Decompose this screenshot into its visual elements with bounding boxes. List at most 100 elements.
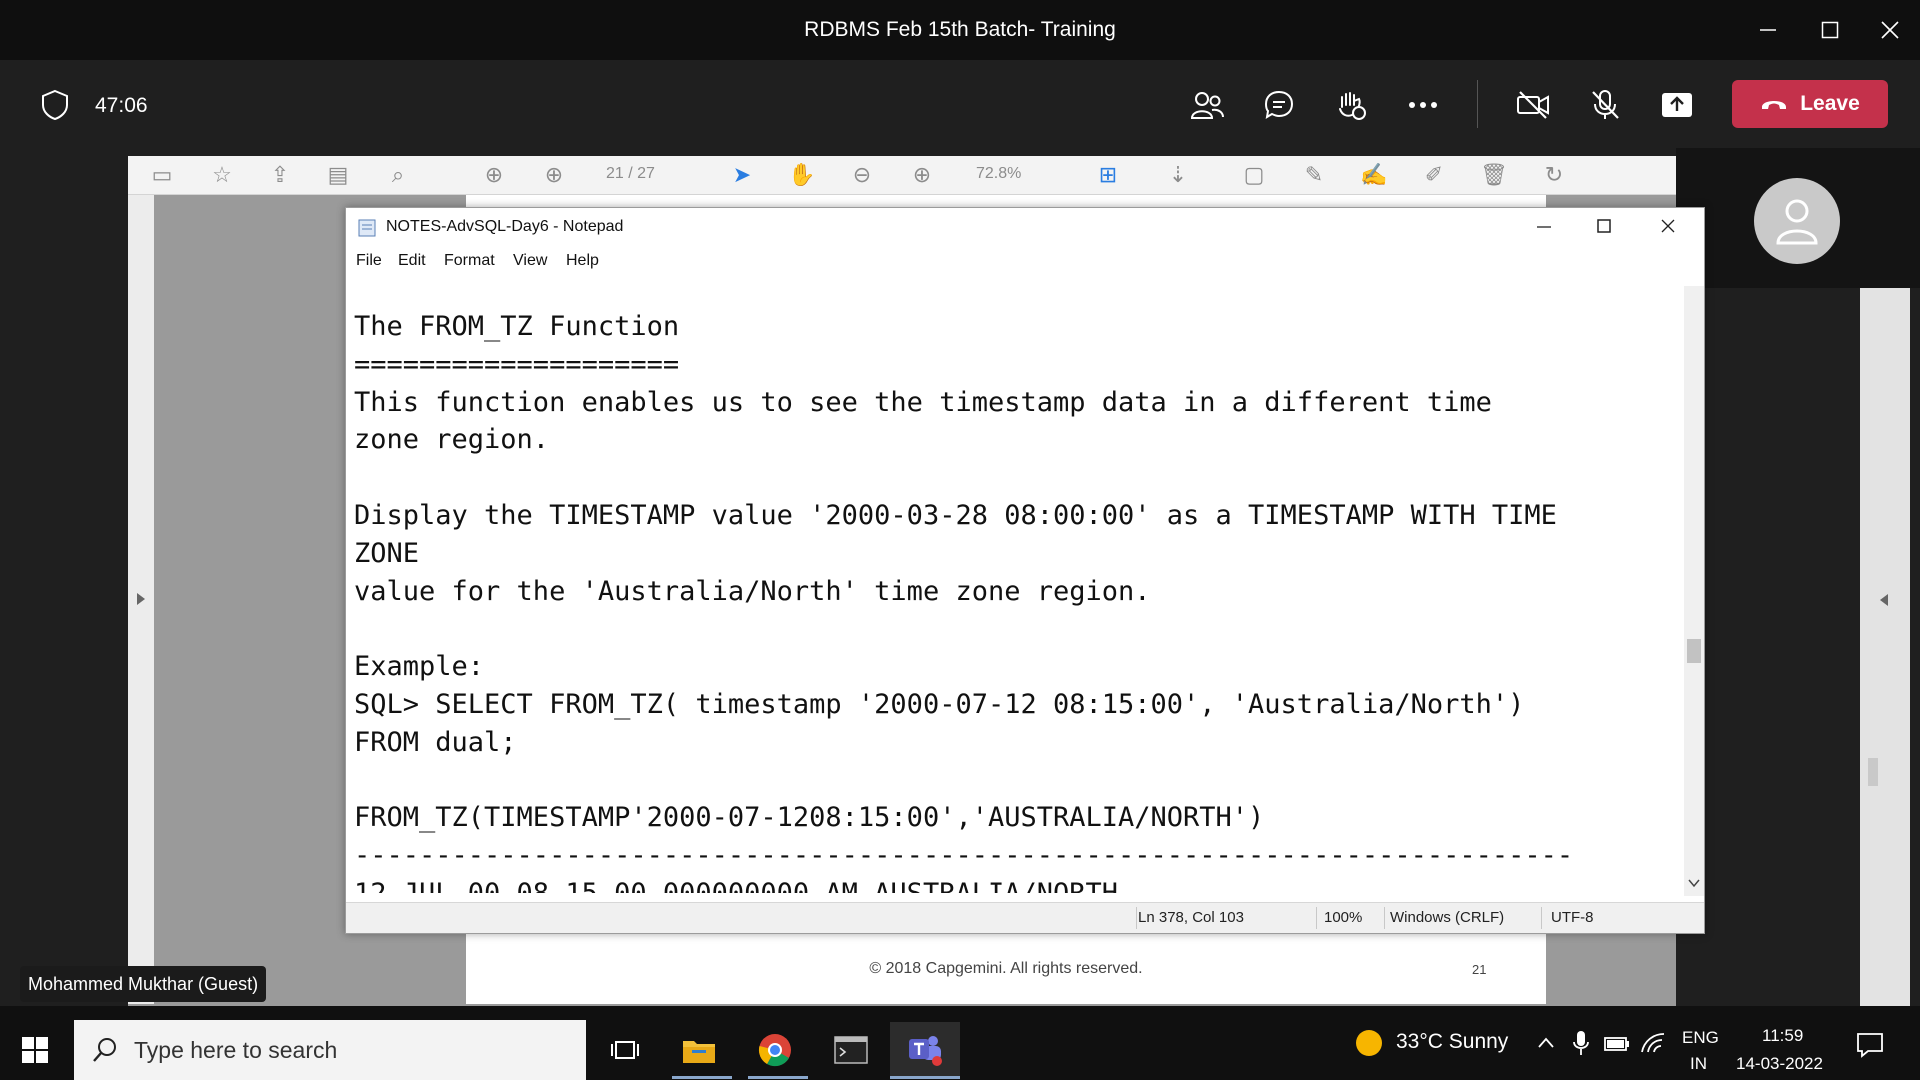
chevron-up-icon[interactable] (1536, 1036, 1556, 1055)
maximize-icon (1597, 219, 1611, 233)
search-placeholder: Type here to search (134, 1036, 338, 1063)
running-indicator (748, 1076, 808, 1079)
toolbar-divider (1477, 80, 1478, 128)
running-indicator (890, 1076, 960, 1079)
notepad-close-button[interactable] (1658, 216, 1678, 241)
meeting-info-button[interactable] (32, 82, 78, 128)
more-icon (1409, 102, 1437, 108)
zoom-level[interactable]: 72.8% (976, 165, 1021, 183)
chrome-button[interactable] (740, 1022, 810, 1078)
notepad-minimize-button[interactable] (1534, 216, 1554, 241)
save-icon[interactable]: ▭ (148, 162, 176, 188)
leave-button[interactable]: Leave (1732, 80, 1888, 128)
search-icon (93, 1038, 116, 1062)
edit-icon[interactable]: ✐ (1420, 162, 1448, 188)
rotate-icon[interactable]: ↻ (1540, 162, 1568, 188)
notepad-text-area[interactable]: The FROM_TZ Function ===================… (354, 308, 1674, 893)
reactions-button[interactable] (1328, 82, 1374, 128)
next-page-icon[interactable]: ⊕ (540, 162, 568, 188)
notification-icon (1857, 1033, 1883, 1058)
menu-format[interactable]: Format (444, 252, 495, 270)
notepad-vertical-scrollbar[interactable] (1684, 286, 1704, 896)
highlight-icon[interactable]: ✎ (1300, 162, 1328, 188)
status-separator (1384, 907, 1385, 929)
minimize-button[interactable] (1748, 12, 1788, 48)
folder-icon (683, 1041, 715, 1063)
find-icon[interactable]: ⌕ (384, 162, 412, 188)
window-titlebar: RDBMS Feb 15th Batch- Training (0, 0, 1920, 60)
notepad-maximize-button[interactable] (1594, 216, 1614, 241)
notepad-scrollbar-thumb[interactable] (1687, 639, 1701, 663)
upload-icon[interactable]: ⇪ (266, 162, 294, 188)
camera-toggle-button[interactable] (1510, 82, 1556, 128)
delete-icon[interactable]: 🗑 (1480, 162, 1508, 188)
hand-tool-icon[interactable]: ✋ (788, 162, 816, 188)
participants-button[interactable] (1184, 82, 1230, 128)
menu-edit[interactable]: Edit (398, 252, 426, 270)
select-cursor-icon[interactable]: ➤ (728, 162, 756, 188)
task-view-button[interactable] (590, 1022, 660, 1078)
mic-toggle-button[interactable] (1582, 82, 1628, 128)
menu-help[interactable]: Help (566, 252, 599, 270)
chat-icon (1264, 90, 1294, 119)
leave-label: Leave (1800, 92, 1860, 115)
windows-taskbar: Type here to search 33°C Sunny ENG IN 11… (0, 1006, 1920, 1080)
camera-off-icon (1517, 91, 1549, 119)
pdf-scrollbar-thumb[interactable] (1868, 758, 1878, 786)
hang-up-icon (1762, 101, 1787, 109)
language-top[interactable]: ENG (1682, 1028, 1719, 1048)
language-bottom[interactable]: IN (1690, 1054, 1707, 1074)
close-window-button[interactable] (1870, 12, 1910, 48)
notepad-title: NOTES-AdvSQL-Day6 - Notepad (386, 218, 624, 235)
window-title: RDBMS Feb 15th Batch- Training (804, 18, 1116, 41)
battery-icon[interactable] (1604, 1036, 1630, 1057)
notifications-button[interactable] (1856, 1032, 1884, 1063)
previous-page-icon[interactable]: ⊕ (480, 162, 508, 188)
close-icon (1661, 219, 1675, 233)
menu-view[interactable]: View (513, 252, 547, 270)
chat-button[interactable] (1256, 82, 1302, 128)
draw-icon[interactable]: ✍ (1360, 162, 1388, 188)
start-button[interactable] (0, 1022, 70, 1078)
file-explorer-button[interactable] (664, 1022, 734, 1078)
chevron-left-icon (1880, 594, 1888, 606)
weather-icon[interactable] (1354, 1028, 1384, 1063)
chrome-icon (758, 1034, 791, 1067)
zoom-out-icon[interactable]: ⊖ (848, 162, 876, 188)
zoom-status: 100% (1324, 909, 1363, 926)
share-screen-button[interactable] (1654, 82, 1700, 128)
pdf-footer-page-number: 21 (1472, 962, 1487, 977)
maximize-button[interactable] (1810, 12, 1850, 48)
minimize-icon (1537, 226, 1551, 228)
weather-text[interactable]: 33°C Sunny (1396, 1030, 1508, 1054)
scroll-mode-icon[interactable]: ⇣ (1164, 162, 1192, 188)
pdf-side-panel-toggle[interactable] (128, 194, 154, 1004)
meeting-toolbar: 47:06 Leave (0, 60, 1920, 148)
maximize-icon (1821, 21, 1839, 39)
taskbar-search-box[interactable]: Type here to search (74, 1020, 586, 1080)
raise-hand-icon (1339, 92, 1366, 120)
terminal-button[interactable] (816, 1022, 886, 1078)
clock-date[interactable]: 14-03-2022 (1736, 1054, 1823, 1074)
clock-time[interactable]: 11:59 (1762, 1026, 1803, 1046)
bookmark-icon[interactable]: ☆ (208, 162, 236, 188)
pdf-footer-copyright: © 2018 Capgemini. All rights reserved. (869, 960, 1143, 977)
comment-icon[interactable]: ▢ (1240, 162, 1268, 188)
page-indicator[interactable]: 21 / 27 (606, 165, 655, 183)
microphone-tray-icon[interactable] (1572, 1030, 1590, 1061)
notepad-icon (358, 219, 376, 237)
close-icon (1881, 21, 1899, 39)
teams-icon (909, 1036, 942, 1066)
running-indicator (672, 1076, 732, 1079)
meeting-timer: 47:06 (95, 94, 148, 117)
more-actions-button[interactable] (1400, 82, 1446, 128)
fit-page-icon[interactable]: ⊞ (1094, 162, 1122, 188)
task-view-icon (611, 1041, 639, 1059)
wifi-icon[interactable] (1640, 1032, 1666, 1059)
participant-video-tile[interactable] (1676, 148, 1920, 288)
zoom-in-icon[interactable]: ⊕ (908, 162, 936, 188)
teams-button[interactable] (890, 1022, 960, 1078)
print-icon[interactable]: ▤ (324, 162, 352, 188)
menu-file[interactable]: File (356, 252, 382, 270)
status-separator (1541, 907, 1542, 929)
